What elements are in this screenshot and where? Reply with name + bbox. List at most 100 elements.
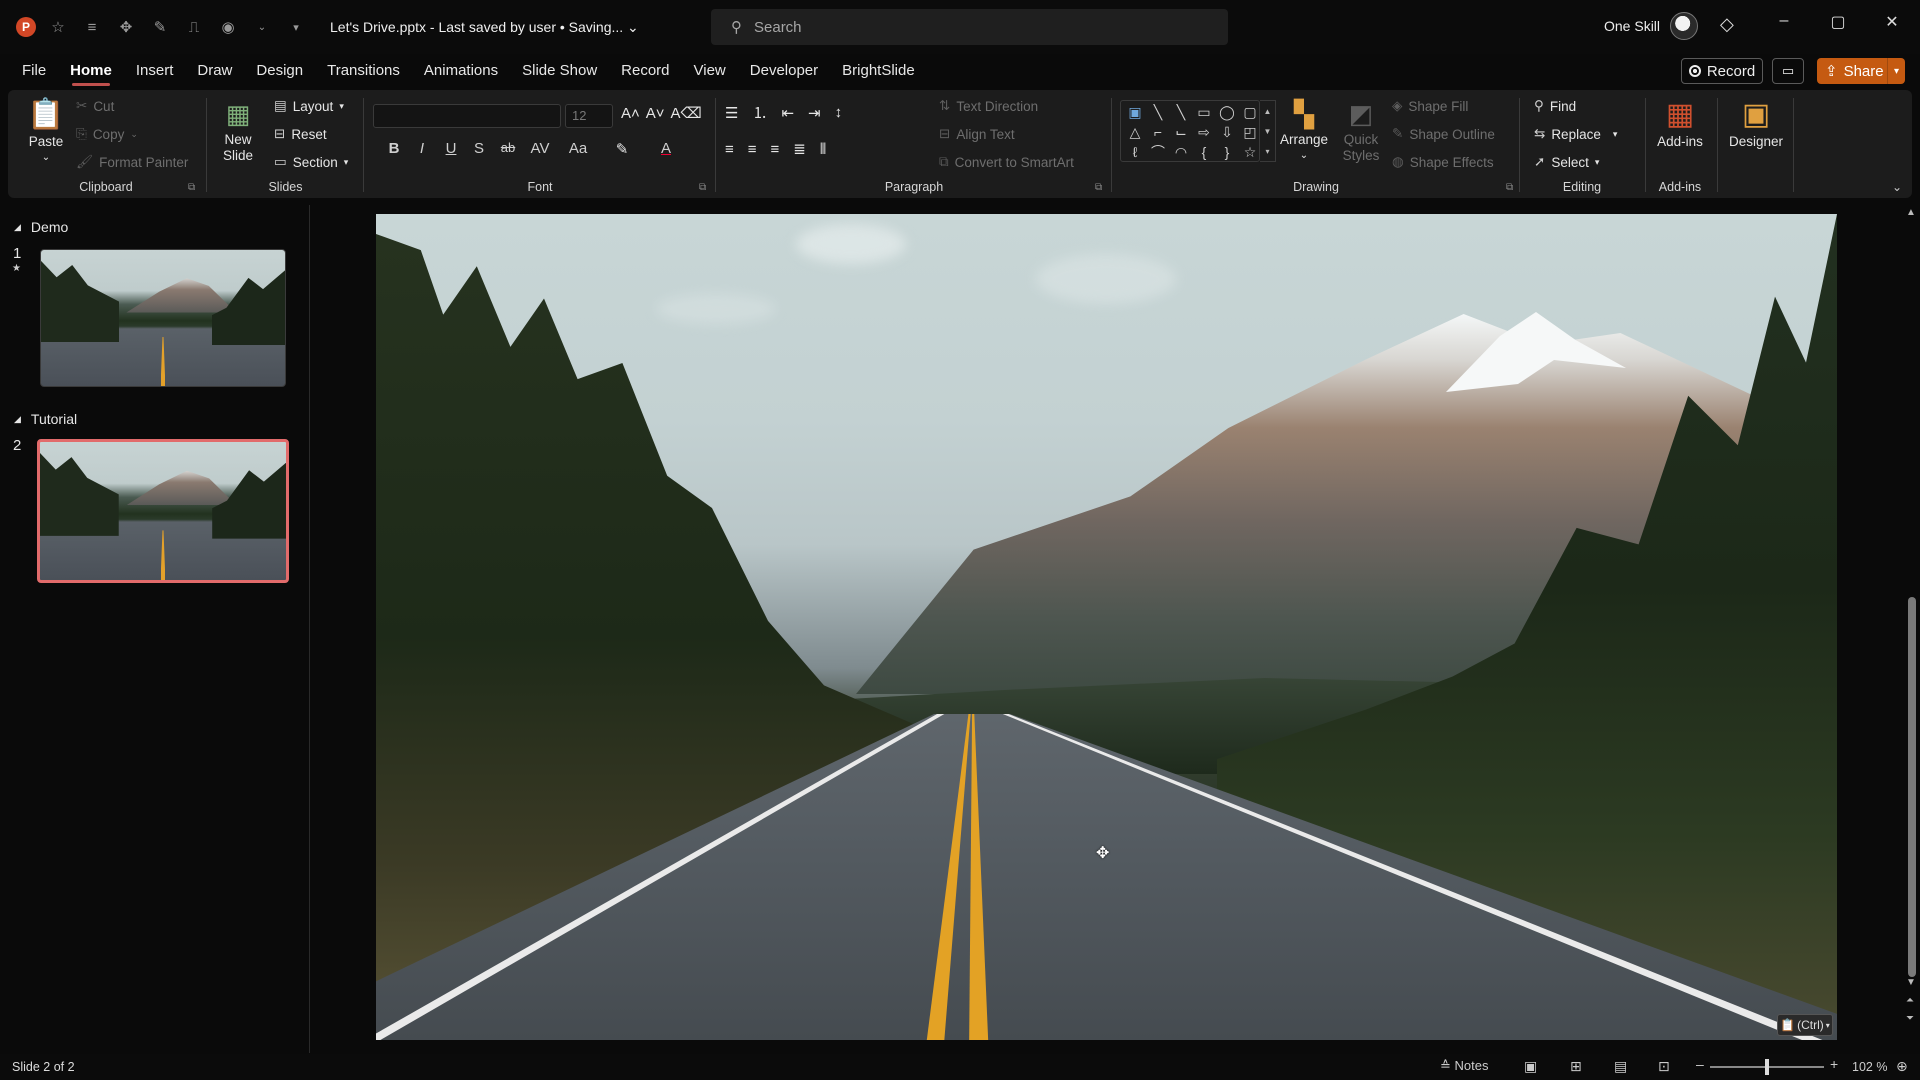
tab-animations[interactable]: Animations	[412, 54, 510, 88]
vertical-scrollbar[interactable]: ▲ ▼ ⏶ ⏷	[1904, 205, 1920, 1053]
scroll-up-icon[interactable]: ▲	[1906, 207, 1916, 218]
zoom-in-icon[interactable]: +	[1830, 1056, 1838, 1072]
cut-button[interactable]: ✂ Cut	[76, 98, 114, 114]
align-right-icon[interactable]: ≡	[771, 141, 780, 158]
columns-icon[interactable]: ⫴	[820, 141, 826, 158]
dialog-launcher-icon[interactable]: ⧉	[1506, 182, 1513, 193]
new-slide-button[interactable]: ▦ New Slide	[216, 96, 260, 164]
notes-button[interactable]: ≙ Notes	[1440, 1058, 1489, 1074]
more-shapes-icon[interactable]: ▾	[1265, 147, 1269, 156]
paste-button[interactable]: 📋 Paste ⌄	[22, 96, 70, 166]
line-shape-icon[interactable]: ╲	[1148, 102, 1168, 122]
character-spacing-button[interactable]: AV	[525, 140, 555, 157]
normal-view-icon[interactable]: ▣	[1524, 1058, 1537, 1075]
tab-draw[interactable]: Draw	[185, 54, 244, 88]
shadow-button[interactable]: S	[468, 140, 490, 157]
fit-to-window-icon[interactable]: ⊕	[1896, 1058, 1908, 1075]
search-input[interactable]: ⚲ Search	[711, 9, 1228, 45]
tab-transitions[interactable]: Transitions	[315, 54, 412, 88]
justify-icon[interactable]: ≣	[793, 140, 806, 158]
font-size-combo[interactable]: 12	[565, 104, 613, 128]
paste-options-button[interactable]: 📋 (Ctrl) ▾	[1777, 1014, 1833, 1036]
align-left-icon[interactable]: ≡	[725, 141, 734, 158]
premium-diamond-icon[interactable]: ◇	[1720, 14, 1734, 35]
addins-button[interactable]: ▦ Add-ins	[1650, 96, 1710, 150]
rounded-rect-shape-icon[interactable]: ▢	[1240, 102, 1260, 122]
connector-shape-icon[interactable]: ⌐	[1148, 122, 1168, 142]
down-arrow-shape-icon[interactable]: ⇩	[1217, 122, 1237, 142]
callout-shape-icon[interactable]: ◰	[1240, 122, 1260, 142]
scroll-down-icon[interactable]: ▼	[1264, 127, 1272, 136]
designer-button[interactable]: ▣ Designer	[1722, 96, 1790, 150]
clear-formatting-icon[interactable]: A⌫	[671, 104, 702, 122]
record-circle-icon[interactable]: ◉	[216, 15, 240, 39]
present-icon[interactable]: ⎍	[182, 15, 206, 39]
select-button[interactable]: ➚ Select ▾	[1534, 154, 1599, 170]
close-button[interactable]: ✕	[1877, 12, 1907, 32]
font-color-button[interactable]: A	[655, 140, 677, 157]
reading-view-icon[interactable]: ▤	[1614, 1058, 1627, 1075]
scrollbar-thumb[interactable]	[1908, 597, 1916, 977]
curve-shape-icon[interactable]: ⌒	[1148, 142, 1168, 162]
slide-image-road-mountains[interactable]: 📋 (Ctrl) ▾	[376, 214, 1837, 1040]
star-icon[interactable]: ☆	[46, 15, 70, 39]
elbow-shape-icon[interactable]: ⌙	[1171, 122, 1191, 142]
bold-button[interactable]: B	[383, 140, 405, 157]
change-case-button[interactable]: Aa	[563, 140, 593, 157]
pen-icon[interactable]: ✎	[148, 15, 172, 39]
dialog-launcher-icon[interactable]: ⧉	[1095, 182, 1102, 193]
move-icon[interactable]: ✥	[114, 15, 138, 39]
zoom-level[interactable]: 102 %	[1852, 1060, 1887, 1074]
previous-slide-icon[interactable]: ⏶	[1906, 995, 1914, 1006]
underline-button[interactable]: U	[440, 140, 462, 157]
restore-button[interactable]: ▢	[1823, 12, 1853, 32]
convert-smartart-button[interactable]: ⧉ Convert to SmartArt	[939, 154, 1074, 170]
left-brace-shape-icon[interactable]: {	[1194, 142, 1214, 162]
find-button[interactable]: ⚲ Find	[1534, 98, 1576, 114]
format-painter-button[interactable]: 🖌 Format Painter	[76, 154, 188, 170]
share-dropdown-icon[interactable]: ▾	[1887, 58, 1905, 84]
shape-outline-button[interactable]: ✎ Shape Outline	[1392, 126, 1495, 142]
slideshow-view-icon[interactable]: ⊡	[1658, 1058, 1670, 1075]
right-arrow-shape-icon[interactable]: ⇨	[1194, 122, 1214, 142]
dialog-launcher-icon[interactable]: ⧉	[188, 182, 195, 193]
arrange-button[interactable]: ▚ Arrange ⌄	[1276, 96, 1332, 164]
chevron-down-icon[interactable]: ⌄	[250, 15, 274, 39]
arrow-line-shape-icon[interactable]: ╲	[1171, 102, 1191, 122]
strikethrough-button[interactable]: ab	[497, 140, 519, 155]
bullets-icon[interactable]: ☰	[725, 104, 738, 122]
collapse-ribbon-icon[interactable]: ⌄	[1892, 180, 1902, 194]
comments-button[interactable]: ▭	[1772, 58, 1804, 84]
shape-effects-button[interactable]: ◍ Shape Effects	[1392, 154, 1494, 170]
tab-design[interactable]: Design	[244, 54, 315, 88]
share-button[interactable]: ⇪ Share ▾	[1817, 58, 1905, 84]
scroll-down-icon[interactable]: ▼	[1906, 977, 1916, 988]
avatar[interactable]	[1670, 12, 1699, 40]
tab-brightslide[interactable]: BrightSlide	[830, 54, 927, 88]
tab-slide-show[interactable]: Slide Show	[510, 54, 609, 88]
tab-record[interactable]: Record	[609, 54, 681, 88]
italic-button[interactable]: I	[411, 140, 433, 157]
text-direction-button[interactable]: ⇅ Text Direction	[939, 98, 1038, 114]
rectangle-shape-icon[interactable]: ▭	[1194, 102, 1214, 122]
tab-insert[interactable]: Insert	[124, 54, 186, 88]
section-header-tutorial[interactable]: ◢ Tutorial	[14, 411, 77, 427]
numbering-icon[interactable]: ⒈	[752, 102, 767, 123]
freeform-shape-icon[interactable]: ℓ	[1125, 142, 1145, 162]
increase-font-size-icon[interactable]: A˄	[621, 105, 640, 122]
section-button[interactable]: ▭ Section ▾	[274, 154, 348, 170]
reset-button[interactable]: ⊟ Reset	[274, 126, 327, 142]
zoom-out-icon[interactable]: –	[1696, 1056, 1704, 1072]
account[interactable]: One Skill	[1604, 12, 1699, 40]
triangle-shape-icon[interactable]: △	[1125, 122, 1145, 142]
increase-indent-icon[interactable]: ⇥	[808, 104, 821, 122]
list-icon[interactable]: ≡	[80, 15, 104, 39]
zoom-slider-thumb[interactable]	[1765, 1059, 1769, 1075]
minimize-button[interactable]: –	[1769, 12, 1799, 30]
shapes-gallery[interactable]: ▣ ╲ ╲ ▭ ◯ ▢ △ ⌐ ⌙ ⇨ ⇩ ◰ ℓ ⌒ ◠ { } ☆	[1120, 100, 1260, 162]
document-title[interactable]: Let's Drive.pptx - Last saved by user • …	[330, 19, 639, 36]
scroll-up-icon[interactable]: ▲	[1264, 107, 1272, 116]
dialog-launcher-icon[interactable]: ⧉	[699, 182, 706, 193]
tab-home[interactable]: Home	[58, 54, 124, 88]
layout-button[interactable]: ▤ Layout ▾	[274, 98, 344, 114]
